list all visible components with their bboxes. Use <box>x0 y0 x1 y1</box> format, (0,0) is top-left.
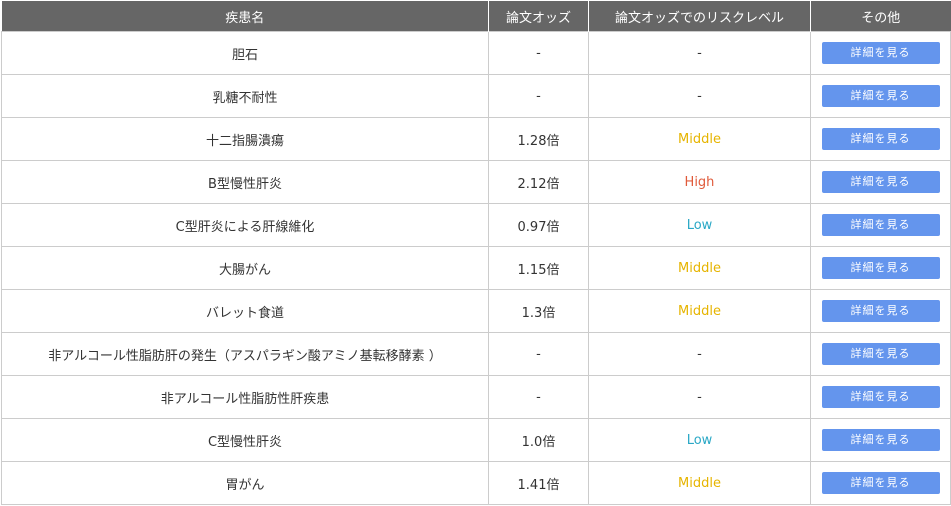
paper-odds: - <box>488 74 589 118</box>
other-cell: 詳細を見る <box>810 289 951 333</box>
table-row: C型慢性肝炎 1.0倍 Low 詳細を見る <box>1 418 951 462</box>
disease-name: 十二指腸潰瘍 <box>1 117 489 161</box>
paper-odds: 1.0倍 <box>488 418 589 462</box>
details-button[interactable]: 詳細を見る <box>821 85 940 107</box>
header-other: その他 <box>810 1 951 32</box>
paper-odds: - <box>488 332 589 376</box>
risk-level: - <box>588 375 811 419</box>
details-button[interactable]: 詳細を見る <box>821 214 940 236</box>
header-disease-name: 疾患名 <box>1 1 489 32</box>
table-row: B型慢性肝炎 2.12倍 High 詳細を見る <box>1 160 951 204</box>
other-cell: 詳細を見る <box>810 74 951 118</box>
paper-odds: 0.97倍 <box>488 203 589 247</box>
table-row: C型肝炎による肝線維化 0.97倍 Low 詳細を見る <box>1 203 951 247</box>
table-row: 非アルコール性脂肪肝の発生（アスパラギン酸アミノ基転移酵素 ） - - 詳細を見る <box>1 332 951 376</box>
disease-name: C型慢性肝炎 <box>1 418 489 462</box>
disease-name: 胆石 <box>1 31 489 75</box>
details-button[interactable]: 詳細を見る <box>821 300 940 322</box>
details-button[interactable]: 詳細を見る <box>821 257 940 279</box>
table-row: 胆石 - - 詳細を見る <box>1 31 951 75</box>
risk-level: High <box>588 160 811 204</box>
other-cell: 詳細を見る <box>810 203 951 247</box>
table-header-row: 疾患名 論文オッズ 論文オッズでのリスクレベル その他 <box>1 1 951 32</box>
details-button[interactable]: 詳細を見る <box>821 429 940 451</box>
other-cell: 詳細を見る <box>810 246 951 290</box>
disease-name: 大腸がん <box>1 246 489 290</box>
header-paper-odds: 論文オッズ <box>488 1 589 32</box>
other-cell: 詳細を見る <box>810 461 951 505</box>
details-button[interactable]: 詳細を見る <box>821 343 940 365</box>
table-row: 胃がん 1.41倍 Middle 詳細を見る <box>1 461 951 505</box>
risk-level: - <box>588 74 811 118</box>
paper-odds: - <box>488 31 589 75</box>
paper-odds: 1.28倍 <box>488 117 589 161</box>
table-row: 乳糖不耐性 - - 詳細を見る <box>1 74 951 118</box>
disease-name: 非アルコール性脂肪性肝疾患 <box>1 375 489 419</box>
table-row: 十二指腸潰瘍 1.28倍 Middle 詳細を見る <box>1 117 951 161</box>
details-button[interactable]: 詳細を見る <box>821 472 940 494</box>
table-row: バレット食道 1.3倍 Middle 詳細を見る <box>1 289 951 333</box>
risk-level: - <box>588 31 811 75</box>
other-cell: 詳細を見る <box>810 332 951 376</box>
paper-odds: 1.3倍 <box>488 289 589 333</box>
disease-name: 非アルコール性脂肪肝の発生（アスパラギン酸アミノ基転移酵素 ） <box>1 332 489 376</box>
disease-name: C型肝炎による肝線維化 <box>1 203 489 247</box>
other-cell: 詳細を見る <box>810 418 951 462</box>
other-cell: 詳細を見る <box>810 160 951 204</box>
details-button[interactable]: 詳細を見る <box>821 386 940 408</box>
risk-level: Middle <box>588 117 811 161</box>
disease-name: 乳糖不耐性 <box>1 74 489 118</box>
table-row: 非アルコール性脂肪性肝疾患 - - 詳細を見る <box>1 375 951 419</box>
paper-odds: 1.41倍 <box>488 461 589 505</box>
risk-level: Low <box>588 418 811 462</box>
risk-level: - <box>588 332 811 376</box>
details-button[interactable]: 詳細を見る <box>821 42 940 64</box>
disease-name: 胃がん <box>1 461 489 505</box>
paper-odds: 2.12倍 <box>488 160 589 204</box>
header-risk-level: 論文オッズでのリスクレベル <box>588 1 811 32</box>
paper-odds: 1.15倍 <box>488 246 589 290</box>
other-cell: 詳細を見る <box>810 117 951 161</box>
risk-level: Middle <box>588 246 811 290</box>
details-button[interactable]: 詳細を見る <box>821 171 940 193</box>
other-cell: 詳細を見る <box>810 31 951 75</box>
risk-level: Low <box>588 203 811 247</box>
details-button[interactable]: 詳細を見る <box>821 128 940 150</box>
other-cell: 詳細を見る <box>810 375 951 419</box>
risk-level: Middle <box>588 289 811 333</box>
table-row: 大腸がん 1.15倍 Middle 詳細を見る <box>1 246 951 290</box>
disease-name: B型慢性肝炎 <box>1 160 489 204</box>
paper-odds: - <box>488 375 589 419</box>
disease-name: バレット食道 <box>1 289 489 333</box>
disease-risk-table: 疾患名 論文オッズ 論文オッズでのリスクレベル その他 胆石 - - 詳細を見る 乳糖不… <box>1 1 951 505</box>
risk-level: Middle <box>588 461 811 505</box>
